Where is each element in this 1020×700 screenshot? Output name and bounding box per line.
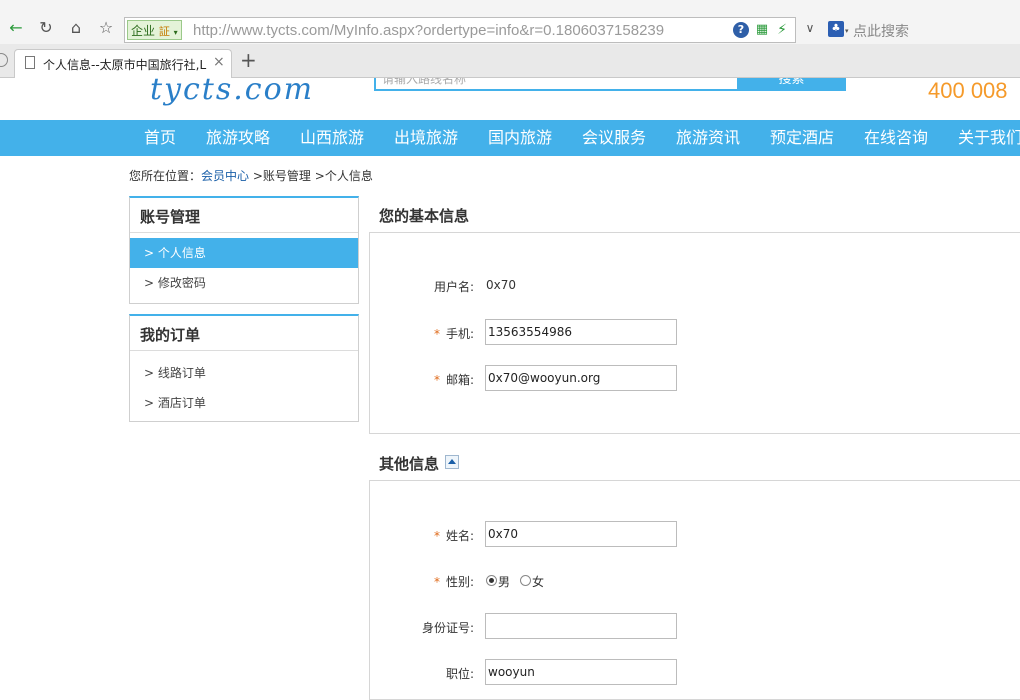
dropdown-arrow-icon: ▾: [173, 28, 178, 37]
site-search-placeholder: 请输入路线名称: [382, 78, 467, 86]
chevron-right-icon: >: [144, 276, 155, 290]
gender-male-label: 男: [498, 575, 511, 589]
sidebar-item-route-orders[interactable]: > 线路订单: [130, 358, 358, 388]
nav-item-about-us[interactable]: 关于我们: [958, 120, 1020, 156]
nav-item-domestic-tour[interactable]: 国内旅游: [488, 120, 552, 156]
username-value: 0x70: [486, 278, 517, 292]
nav-item-hotel-booking[interactable]: 预定酒店: [770, 120, 834, 156]
nav-item-travel-guide[interactable]: 旅游攻略: [206, 120, 270, 156]
email-input[interactable]: 0x70@wooyun.org: [485, 365, 677, 391]
reload-icon[interactable]: ↻: [34, 16, 58, 40]
star-icon[interactable]: ☆: [94, 16, 118, 40]
gender-female-label: 女: [532, 575, 545, 589]
breadcrumb-prefix: 您所在位置：: [129, 169, 202, 183]
lightning-icon[interactable]: ⚡: [774, 22, 790, 38]
sidebar-orders-box: 我的订单 > 线路订单 > 酒店订单: [129, 314, 359, 422]
address-bar[interactable]: 企业 証 ▾ http://www.tycts.com/MyInfo.aspx?…: [124, 17, 796, 43]
breadcrumb: 您所在位置：会员中心 >账号管理 >个人信息: [129, 167, 373, 184]
sidebar-item-label: 个人信息: [157, 246, 206, 260]
tab-strip: 个人信息--太原市中国旅行社,L × +: [0, 44, 1020, 78]
collapse-button[interactable]: [445, 455, 459, 469]
sidebar-account-box: 账号管理 > 个人信息 > 修改密码: [129, 196, 359, 304]
chevron-right-icon: >: [144, 396, 155, 410]
main-nav: 首页 旅游攻略 山西旅游 出境旅游 国内旅游 会议服务 旅游资讯 预定酒店 在线…: [0, 120, 1020, 156]
sidebar-item-label: 修改密码: [157, 276, 206, 290]
hotline-number: 400 008: [928, 78, 1008, 103]
enterprise-badge-label: 企业: [131, 24, 156, 38]
browser-tab[interactable]: 个人信息--太原市中国旅行社,L ×: [14, 49, 232, 78]
required-mark: *: [433, 529, 440, 543]
breadcrumb-member-center[interactable]: 会员中心: [201, 169, 249, 183]
position-input[interactable]: wooyun: [485, 659, 677, 685]
home-icon[interactable]: ⌂: [64, 16, 88, 40]
nav-item-home[interactable]: 首页: [144, 120, 176, 156]
sidebar-item-label: 酒店订单: [157, 396, 206, 410]
sidebar-item-personal-info[interactable]: > 个人信息: [130, 238, 358, 268]
email-label: * 邮箱:: [433, 373, 474, 387]
nav-item-shanxi-tour[interactable]: 山西旅游: [300, 120, 364, 156]
certificate-seal-icon: 証: [158, 25, 170, 38]
name-label: * 姓名:: [433, 529, 474, 543]
new-tab-button[interactable]: +: [240, 48, 257, 72]
tab-scroll-icon[interactable]: [0, 53, 8, 67]
id-number-label: 身份证号:: [421, 621, 474, 635]
sidebar-item-change-password[interactable]: > 修改密码: [130, 268, 358, 298]
phone-input[interactable]: 13563554986: [485, 319, 677, 345]
required-mark: *: [433, 327, 440, 341]
browser-search-placeholder: 点此搜索: [853, 24, 909, 40]
chevron-right-icon: >: [144, 246, 155, 260]
required-mark: *: [433, 575, 440, 589]
address-url[interactable]: http://www.tycts.com/MyInfo.aspx?orderty…: [193, 21, 728, 41]
chevron-right-icon: >: [144, 366, 155, 380]
sidebar-orders-title: 我的订单: [140, 326, 201, 344]
position-label: 职位:: [445, 667, 474, 681]
browser-toolbar: ← ↻ ⌂ ☆ 企业 証 ▾ http://www.tycts.com/MyIn…: [0, 6, 1020, 44]
nav-item-travel-news[interactable]: 旅游资讯: [676, 120, 740, 156]
tab-title: 个人信息--太原市中国旅行社,L: [43, 58, 207, 72]
sidebar-item-label: 线路订单: [157, 366, 206, 380]
header-decoration: [0, 78, 120, 120]
nav-item-online-consult[interactable]: 在线咨询: [864, 120, 928, 156]
divider: [130, 350, 358, 351]
divider: [130, 232, 358, 233]
browser-search-box[interactable]: ♣ ▾ 点此搜索: [825, 17, 1020, 43]
name-input[interactable]: 0x70: [485, 521, 677, 547]
breadcrumb-separator: >: [252, 169, 263, 183]
gender-label: * 性别:: [433, 575, 474, 589]
other-info-title: 其他信息: [379, 455, 440, 473]
sidebar-item-hotel-orders[interactable]: > 酒店订单: [130, 388, 358, 418]
username-label: 用户名:: [433, 280, 474, 294]
id-number-input[interactable]: [485, 613, 677, 639]
site-logo[interactable]: tycts.com: [150, 78, 314, 107]
sidebar-account-title: 账号管理: [140, 208, 201, 226]
chevron-down-icon[interactable]: ∨: [798, 16, 822, 40]
gender-female-radio[interactable]: [520, 575, 531, 586]
baidu-paw-icon: ♣: [828, 21, 844, 37]
breadcrumb-separator: >: [314, 169, 325, 183]
gender-male-radio[interactable]: [486, 575, 497, 586]
close-icon[interactable]: ×: [213, 54, 225, 70]
page-icon: [25, 56, 35, 69]
phone-label: * 手机:: [433, 327, 474, 341]
nav-item-outbound-tour[interactable]: 出境旅游: [394, 120, 458, 156]
caret-up-icon: [448, 459, 456, 464]
site-header: tycts.com 请输入路线名称 搜索 400 008: [0, 78, 1020, 120]
breadcrumb-current: 个人信息: [324, 169, 373, 183]
required-mark: *: [433, 373, 440, 387]
breadcrumb-account[interactable]: 账号管理: [263, 169, 311, 183]
enterprise-badge[interactable]: 企业 証 ▾: [127, 20, 182, 40]
search-engine-dropdown-icon[interactable]: ▾: [845, 27, 849, 35]
nav-item-meeting-service[interactable]: 会议服务: [582, 120, 646, 156]
basic-info-title: 您的基本信息: [379, 207, 470, 225]
back-arrow-icon[interactable]: ←: [4, 16, 28, 40]
help-icon[interactable]: ?: [733, 22, 749, 38]
site-search-button[interactable]: 搜索: [737, 78, 846, 91]
qr-code-icon[interactable]: ▦: [754, 22, 770, 38]
